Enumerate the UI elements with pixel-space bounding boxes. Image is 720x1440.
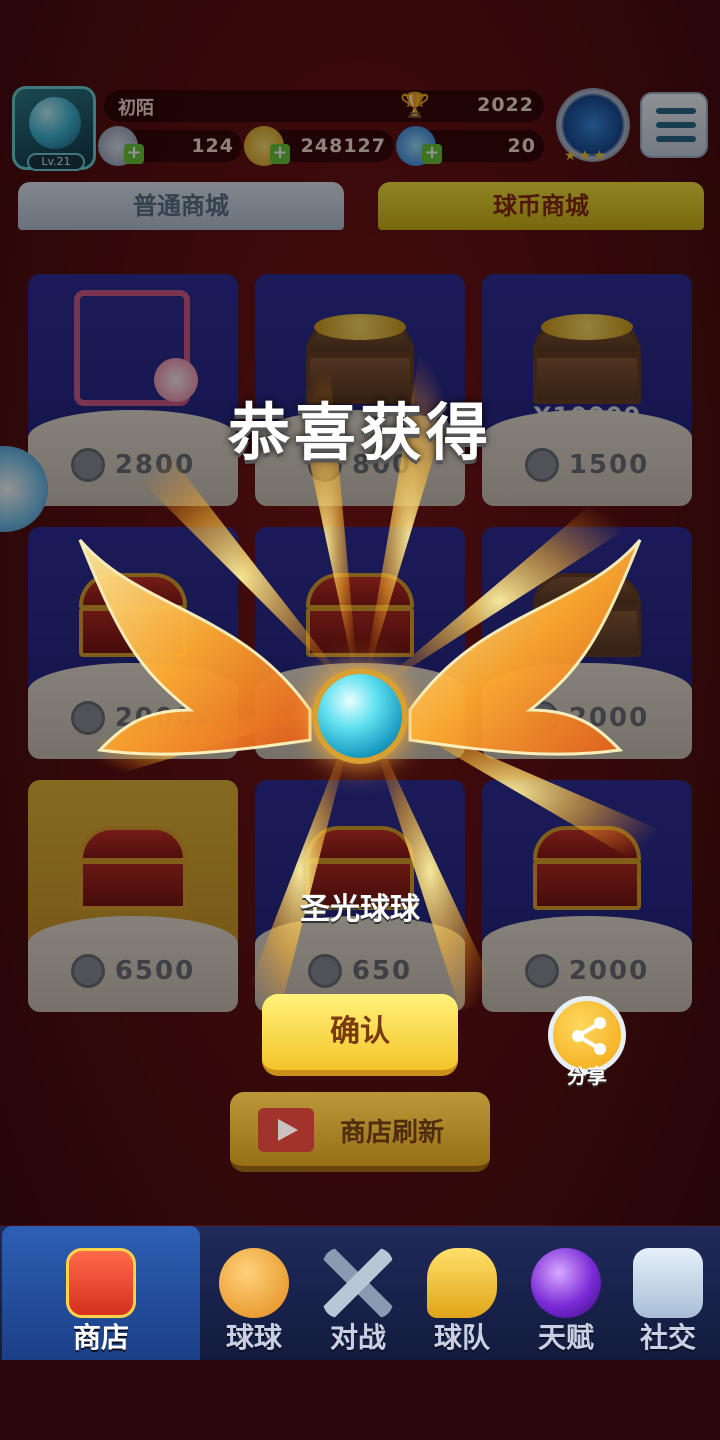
- reward-title: 恭喜获得: [227, 396, 492, 469]
- nav-label: 球球: [225, 1321, 282, 1354]
- confirm-button[interactable]: 确认: [262, 994, 458, 1076]
- nav-label: 社交: [639, 1321, 696, 1354]
- whistle-icon: [427, 1248, 497, 1318]
- chat-heart-icon: [633, 1248, 703, 1318]
- nav-label: 对战: [329, 1321, 386, 1354]
- crossed-swords-icon: [323, 1248, 393, 1318]
- nav-item-talent[interactable]: 天赋: [514, 1226, 618, 1360]
- bottom-nav: 商店 球球 对战 球队 天赋 社交: [0, 1226, 720, 1360]
- share-icon: [572, 1017, 606, 1055]
- refresh-label: 商店刷新: [340, 1118, 445, 1148]
- ball-icon: [219, 1248, 289, 1318]
- nav-item-ball[interactable]: 球球: [202, 1226, 306, 1360]
- nav-label: 商店: [72, 1321, 129, 1354]
- nav-item-shop[interactable]: 商店: [2, 1226, 200, 1360]
- video-ad-icon: [258, 1108, 314, 1152]
- nav-item-team[interactable]: 球队: [410, 1226, 514, 1360]
- shop-icon: [66, 1248, 136, 1318]
- nav-item-battle[interactable]: 对战: [306, 1226, 410, 1360]
- nav-item-social[interactable]: 社交: [616, 1226, 720, 1360]
- bottom-bar-fill: [0, 1360, 720, 1440]
- share-label: 分享: [567, 1064, 607, 1088]
- nav-label: 天赋: [537, 1321, 594, 1354]
- nav-label: 球队: [433, 1321, 490, 1354]
- planet-icon: [531, 1248, 601, 1318]
- reward-item-name: 圣光球球: [300, 892, 420, 927]
- holy-light-ball-icon: [312, 668, 408, 764]
- shop-refresh-button[interactable]: 商店刷新: [230, 1092, 490, 1172]
